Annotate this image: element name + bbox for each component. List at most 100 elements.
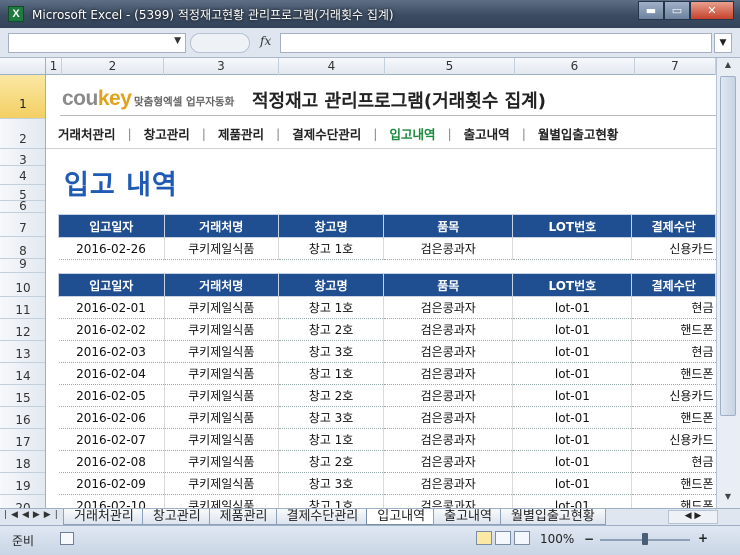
sheet-tab[interactable]: 입고내역 [366, 509, 437, 525]
row-header[interactable]: 10 [0, 273, 45, 297]
lot-cell[interactable]: lot-01 [512, 340, 632, 363]
date-cell[interactable]: 2016-02-10 [58, 494, 165, 508]
scroll-down-icon[interactable]: ▼ [720, 492, 736, 506]
column-header[interactable]: 6 [515, 58, 635, 75]
column-header[interactable]: 2 [62, 58, 164, 75]
row-header[interactable]: 14 [0, 363, 45, 385]
item-cell[interactable]: 검은콩과자 [383, 494, 513, 508]
warehouse-cell[interactable]: 창고 2호 [277, 384, 384, 407]
chevron-down-icon[interactable]: ▼ [174, 36, 181, 46]
warehouse-cell[interactable]: 창고 2호 [277, 318, 384, 341]
date-cell[interactable]: 2016-02-05 [58, 384, 165, 407]
date-cell[interactable]: 2016-02-01 [58, 296, 165, 319]
row-header[interactable]: 2 [0, 119, 45, 149]
payment-cell[interactable]: 핸드폰 [631, 494, 716, 508]
input-lot-cell[interactable] [512, 237, 632, 260]
input-item-cell[interactable]: 검은콩과자 [383, 237, 513, 260]
expand-formula-bar-icon[interactable]: ▼ [714, 33, 732, 53]
item-cell[interactable]: 검은콩과자 [383, 384, 513, 407]
warehouse-cell[interactable]: 창고 3호 [277, 340, 384, 363]
row-header[interactable]: 3 [0, 149, 45, 167]
menu-item-shipping-history[interactable]: 출고내역 [452, 124, 522, 143]
name-box[interactable]: ▼ [8, 33, 186, 53]
input-warehouse-cell[interactable]: 창고 1호 [277, 237, 384, 260]
client-cell[interactable]: 쿠키제일식품 [163, 340, 279, 363]
lot-cell[interactable]: lot-01 [512, 296, 632, 319]
payment-cell[interactable]: 핸드폰 [631, 362, 716, 385]
row-header[interactable]: 19 [0, 473, 45, 495]
warehouse-cell[interactable]: 창고 1호 [277, 296, 384, 319]
lot-cell[interactable]: lot-01 [512, 384, 632, 407]
sheet-tab[interactable]: 월별입출고현황 [499, 509, 606, 525]
item-cell[interactable]: 검은콩과자 [383, 406, 513, 429]
warehouse-cell[interactable]: 창고 1호 [277, 494, 384, 508]
date-cell[interactable]: 2016-02-02 [58, 318, 165, 341]
lot-cell[interactable]: lot-01 [512, 494, 632, 508]
payment-cell[interactable]: 신용카드 [631, 428, 716, 451]
minimize-button[interactable]: ▬ [638, 1, 664, 20]
page-break-view-icon[interactable] [514, 531, 530, 545]
warehouse-cell[interactable]: 창고 3호 [277, 406, 384, 429]
date-cell[interactable]: 2016-02-04 [58, 362, 165, 385]
sheet-tab[interactable]: 출고내역 [433, 509, 503, 525]
item-cell[interactable]: 검은콩과자 [383, 428, 513, 451]
menu-item-clients[interactable]: 거래처관리 [46, 124, 128, 143]
page-layout-view-icon[interactable] [495, 531, 511, 545]
item-cell[interactable]: 검은콩과자 [383, 340, 513, 363]
zoom-level[interactable]: 100% [540, 532, 574, 546]
column-header[interactable]: 4 [279, 58, 385, 75]
row-header[interactable]: 9 [0, 258, 45, 273]
item-cell[interactable]: 검은콩과자 [383, 450, 513, 473]
client-cell[interactable]: 쿠키제일식품 [163, 494, 279, 508]
payment-cell[interactable]: 현금 [631, 296, 716, 319]
payment-cell[interactable]: 핸드폰 [631, 318, 716, 341]
warehouse-cell[interactable]: 창고 1호 [277, 362, 384, 385]
row-header[interactable]: 4 [0, 166, 45, 185]
select-all-corner[interactable] [0, 58, 46, 75]
input-date-cell[interactable]: 2016-02-26 [58, 237, 165, 260]
lot-cell[interactable]: lot-01 [512, 362, 632, 385]
warehouse-cell[interactable]: 창고 1호 [277, 428, 384, 451]
client-cell[interactable]: 쿠키제일식품 [163, 472, 279, 495]
client-cell[interactable]: 쿠키제일식품 [163, 428, 279, 451]
payment-cell[interactable]: 핸드폰 [631, 472, 716, 495]
worksheet[interactable]: coukey 맞춤형엑셀 업무자동화 적정재고 관리프로그램(거래횟수 집계) … [46, 75, 716, 508]
sheet-tab[interactable]: 거래처관리 [63, 509, 145, 525]
lot-cell[interactable]: lot-01 [512, 406, 632, 429]
menu-item-receiving-history[interactable]: 입고내역 [377, 124, 447, 143]
client-cell[interactable]: 쿠키제일식품 [163, 450, 279, 473]
menu-item-payment-methods[interactable]: 결제수단관리 [280, 124, 373, 143]
insert-function-icon[interactable]: fx [260, 34, 271, 48]
row-header[interactable]: 20 [0, 495, 45, 508]
lot-cell[interactable]: lot-01 [512, 428, 632, 451]
date-cell[interactable]: 2016-02-07 [58, 428, 165, 451]
menu-item-warehouses[interactable]: 창고관리 [132, 124, 202, 143]
sheet-tab[interactable]: 결제수단관리 [275, 509, 370, 525]
row-header[interactable]: 12 [0, 319, 45, 341]
client-cell[interactable]: 쿠키제일식품 [163, 406, 279, 429]
row-header[interactable]: 1 [0, 75, 45, 119]
zoom-slider-thumb[interactable] [642, 533, 648, 545]
client-cell[interactable]: 쿠키제일식품 [163, 318, 279, 341]
sheet-tab[interactable]: 제품관리 [208, 509, 279, 525]
formula-bar-handle[interactable] [190, 33, 250, 53]
client-cell[interactable]: 쿠키제일식품 [163, 384, 279, 407]
payment-cell[interactable]: 신용카드 [631, 384, 716, 407]
row-header[interactable]: 11 [0, 297, 45, 319]
column-header[interactable]: 5 [385, 58, 515, 75]
item-cell[interactable]: 검은콩과자 [383, 362, 513, 385]
row-header[interactable]: 6 [0, 200, 45, 213]
input-client-cell[interactable]: 쿠키제일식품 [163, 237, 279, 260]
column-header[interactable]: 3 [164, 58, 279, 75]
menu-item-monthly-status[interactable]: 월별입출고현황 [526, 124, 631, 143]
sheet-tab[interactable]: 창고관리 [141, 509, 212, 525]
payment-cell[interactable]: 현금 [631, 340, 716, 363]
excel-app-icon[interactable]: X [8, 6, 24, 22]
row-header[interactable]: 8 [0, 237, 45, 259]
column-header[interactable]: 7 [635, 58, 716, 75]
row-header[interactable]: 7 [0, 213, 45, 237]
client-cell[interactable]: 쿠키제일식품 [163, 362, 279, 385]
payment-cell[interactable]: 핸드폰 [631, 406, 716, 429]
scroll-up-icon[interactable]: ▲ [720, 60, 736, 74]
zoom-out-icon[interactable]: − [584, 532, 594, 546]
